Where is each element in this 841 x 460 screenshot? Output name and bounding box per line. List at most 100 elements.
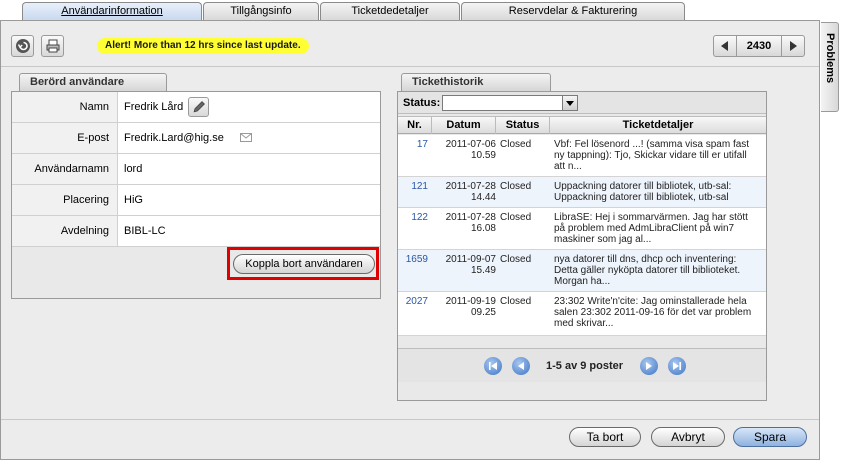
ticket-nr-link[interactable]: 121 [398,181,428,192]
col-status[interactable]: Status [496,117,550,134]
tab-label: Tillgångsinfo [230,5,292,17]
details-line: LibraSE: Hej i sommarvärmen. Jag har stö… [554,212,748,223]
email-value: Fredrik.Lard@hig.se [124,132,224,144]
ticket-details: 23:302 Write'n'cite: Jag ominstallerade … [554,296,760,329]
tab-user-info[interactable]: Användarinformation [22,2,202,20]
details-line: med skrivar... [554,318,614,329]
details-line: ny tappning): Tjo, Skickar vidare till e… [554,150,747,161]
next-page-icon [646,362,652,370]
first-page-button[interactable] [484,357,502,375]
ticket-date: 2011-07-28 14.44 [436,181,496,203]
ticket-date: 2011-07-06 10.59 [436,139,496,161]
details-line: 23:302 Write'n'cite: Jag ominstallerade … [554,296,747,307]
user-panel-title: Berörd användare [19,73,167,91]
delete-button[interactable]: Ta bort [569,427,641,447]
ticket-status: Closed [500,296,532,307]
table-row[interactable]: 17 2011-07-06 10.59 Closed Vbf: Fel lösen… [398,135,766,177]
pencil-icon [193,101,205,113]
date-text: 2011-09-19 [445,296,496,307]
details-line: Detta gäller nyköpta datorer till biblio… [554,265,741,276]
tab-ticket-details[interactable]: Ticketdedetaljer [320,2,460,20]
status-select[interactable] [442,95,578,111]
main-frame: Alert! More than 12 hrs since last updat… [0,20,820,460]
email-label: E-post [12,123,118,153]
chevron-down-icon [566,100,574,106]
last-page-button[interactable] [668,357,686,375]
first-page-icon [489,362,497,370]
toolbar: Alert! More than 12 hrs since last updat… [1,21,819,67]
user-row-username: Användarnamn lord [12,154,380,185]
tab-label: Användarinformation [61,5,163,17]
ticket-details: Vbf: Fel lösenord ...! (samma visa spam … [554,139,760,172]
main-tab-bar: Användarinformation Tillgångsinfo Ticket… [0,0,841,20]
pager-range-text: 1-5 av 9 poster [546,360,624,372]
location-value: HiG [124,194,143,206]
arrow-left-icon [721,41,728,51]
ticket-pager: 2430 [713,35,805,57]
history-pager: 1-5 av 9 poster [398,348,766,382]
user-row-department: Avdelning BIBL-LC [12,216,380,247]
tab-label: Ticketdedetaljer [351,5,429,17]
table-row[interactable]: 1659 2011-09-07 15.49 Closed nya datorer … [398,250,766,292]
disconnect-user-button[interactable]: Koppla bort användaren [233,254,375,274]
ticket-details: LibraSE: Hej i sommarvärmen. Jag har stö… [554,212,760,245]
tab-asset-info[interactable]: Tillgångsinfo [203,2,319,20]
prev-page-button[interactable] [512,357,530,375]
details-line: på problem med AdmLibraClient på win7 [554,223,735,234]
history-table-header: Nr. Datum Status Ticketdetaljer [398,116,766,134]
name-label: Namn [12,92,118,122]
ticket-nr-link[interactable]: 1659 [398,254,428,265]
date-text: 2011-09-07 [445,254,496,265]
date-text: 2011-07-28 [445,212,496,223]
department-label: Avdelning [12,216,118,246]
time-text: 10.59 [470,150,496,161]
ticket-nr-link[interactable]: 2027 [398,296,428,307]
prev-page-icon [518,362,524,370]
status-select-toggle[interactable] [562,96,577,110]
date-text: 2011-07-28 [445,181,496,192]
details-line: salen 23:302 2011-09-16 för det var prob… [554,307,752,318]
table-row[interactable]: 122 2011-07-28 16.08 Closed LibraSE: Hej … [398,208,766,250]
table-row[interactable]: 2027 2011-09-19 09.25 Closed 23:302 Write… [398,292,766,336]
save-button[interactable]: Spara [733,427,807,447]
status-filter-label: Status: [403,97,441,109]
next-page-button[interactable] [640,357,658,375]
table-row[interactable]: 121 2011-07-28 14.44 Closed Uppackning da… [398,177,766,208]
col-date[interactable]: Datum [432,117,496,134]
details-line: Vbf: Fel lösenord ...! (samma visa spam … [554,139,750,150]
tab-parts-billing[interactable]: Reservdelar & Fakturering [461,2,685,20]
print-button[interactable] [41,35,64,57]
ticket-status: Closed [500,181,532,192]
side-tab-label: Problems [824,33,836,84]
ticket-status: Closed [500,139,532,150]
ticket-date: 2011-07-28 16.08 [436,212,496,234]
details-line: Uppackning datorer till bibliotek, utb-s… [554,181,732,192]
edit-user-button[interactable] [188,97,209,117]
cancel-button[interactable]: Avbryt [651,427,725,447]
problems-side-tab[interactable]: Problems [821,22,839,112]
details-line: nya datorer till dns, dhcp och inventeri… [554,254,737,265]
history-panel-title: Tickethistorik [401,73,551,91]
ticket-nr-link[interactable]: 17 [398,139,428,150]
ticket-nr-link[interactable]: 122 [398,212,428,223]
department-value: BIBL-LC [124,225,166,237]
user-row-email: E-post Fredrik.Lard@hig.se [12,123,380,154]
col-details[interactable]: Ticketdetaljer [550,117,766,134]
time-text: 14.44 [470,192,496,203]
arrow-right-icon [790,41,797,51]
ticket-number: 2430 [736,36,782,56]
mail-icon[interactable] [240,133,252,142]
prev-ticket-button[interactable] [714,36,736,56]
tab-label: Reservdelar & Fakturering [508,5,638,17]
next-ticket-button[interactable] [782,36,804,56]
col-nr[interactable]: Nr. [398,117,432,134]
location-label: Placering [12,185,118,215]
date-text: 2011-07-06 [445,139,496,150]
back-icon [15,39,30,53]
time-text: 09.25 [470,307,496,318]
back-button[interactable] [11,35,34,57]
time-text: 16.08 [470,223,496,234]
status-filter-row: Status: [398,92,766,114]
details-line: maskiner som jag al... [554,234,652,245]
details-line: att n... [554,161,582,172]
